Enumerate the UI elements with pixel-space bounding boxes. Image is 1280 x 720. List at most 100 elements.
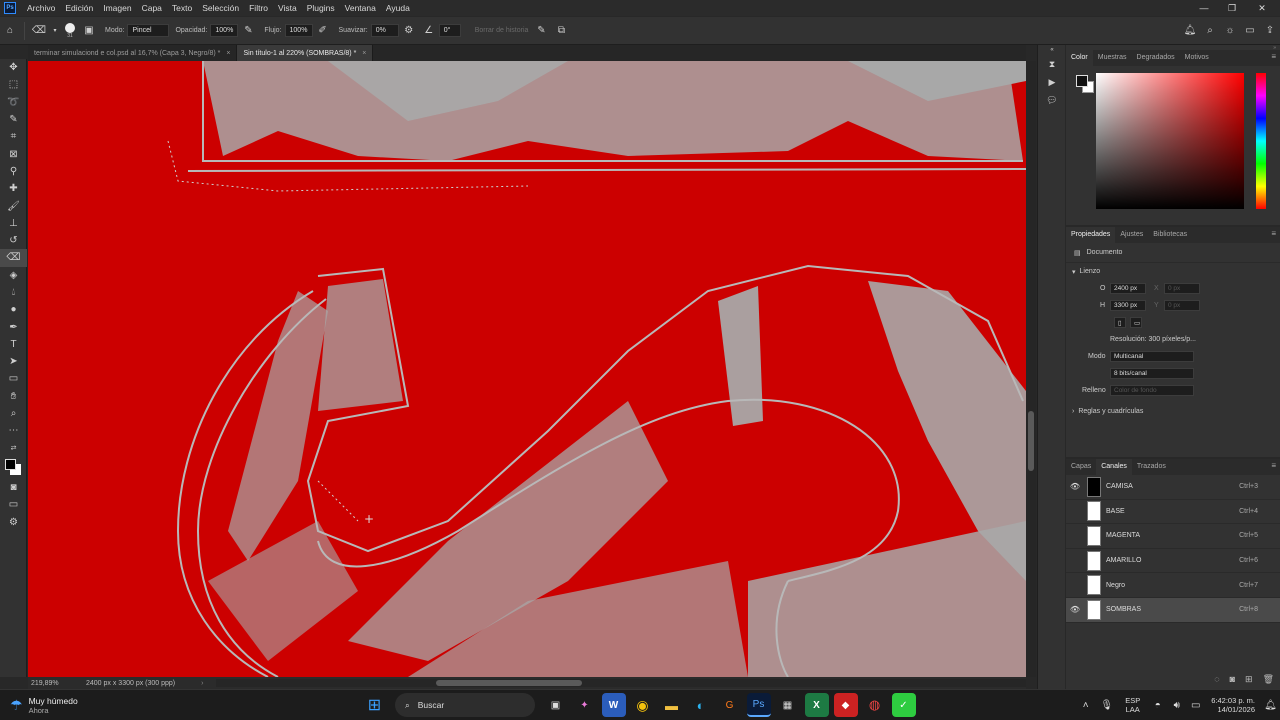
landscape-orientation-icon[interactable]: ▭: [1130, 317, 1142, 328]
comments-icon[interactable]: 💬︎: [1038, 91, 1066, 109]
contextual-bar-icon[interactable]: ⚙: [0, 513, 27, 530]
pen-tool-icon[interactable]: ✒: [0, 318, 27, 335]
menu-plugins[interactable]: Plugins: [302, 0, 340, 16]
smooth-input[interactable]: 0%: [370, 24, 399, 37]
canvas[interactable]: +: [28, 61, 1026, 677]
language-indicator[interactable]: ESP LAA: [1125, 696, 1140, 714]
collapse-panels-icon[interactable]: «: [1038, 45, 1066, 55]
marquee-tool-icon[interactable]: ⬚: [0, 76, 27, 93]
clock[interactable]: 6:42:03 p. m. 14/01/2026: [1211, 696, 1255, 714]
tab-properties[interactable]: Propiedades: [1066, 227, 1116, 243]
foreground-color-swatch[interactable]: [5, 458, 16, 470]
workspace-icon[interactable]: ▭: [1242, 23, 1258, 39]
swap-colors-icon[interactable]: ⇄: [0, 440, 27, 457]
frame-tool-icon[interactable]: ⊠: [0, 145, 27, 162]
tab-patterns[interactable]: Motivos: [1180, 50, 1214, 66]
mode-select[interactable]: Multicanal: [1110, 351, 1194, 362]
chevron-down-icon[interactable]: ▾: [1072, 268, 1076, 276]
network-icon[interactable]: ◓: [1151, 693, 1165, 717]
channel-row[interactable]: MAGENTA Ctrl+5: [1066, 524, 1280, 549]
taskbar-search[interactable]: ⌕ Buscar: [395, 693, 535, 717]
portrait-orientation-icon[interactable]: ▯: [1114, 317, 1126, 328]
app-green-icon[interactable]: ✓: [891, 693, 916, 717]
history-brush-tool-icon[interactable]: ↺: [0, 232, 27, 249]
search-icon[interactable]: ⌕: [1202, 23, 1218, 39]
share-icon[interactable]: ⇪: [1262, 23, 1278, 39]
pressure-size-icon[interactable]: ✎: [533, 23, 549, 39]
menu-imagen[interactable]: Imagen: [98, 0, 136, 16]
app-g-icon[interactable]: G: [718, 693, 742, 717]
blur-tool-icon[interactable]: 💧︎: [0, 284, 27, 301]
word-icon[interactable]: W: [601, 693, 626, 717]
hand-tool-icon[interactable]: ✋︎: [0, 388, 27, 405]
battery-icon[interactable]: ▭: [1189, 693, 1203, 717]
pressure-opacity-icon[interactable]: ✎: [240, 23, 256, 39]
dodge-tool-icon[interactable]: ●: [0, 301, 27, 318]
eyedropper-tool-icon[interactable]: ⚲: [0, 163, 27, 180]
channel-row[interactable]: BASE Ctrl+4: [1066, 500, 1280, 525]
menu-edicion[interactable]: Edición: [60, 0, 98, 16]
calculator-icon[interactable]: ▦: [776, 693, 800, 717]
brush-settings-icon[interactable]: ▣: [81, 23, 97, 39]
show-hidden-icons[interactable]: ˄: [1078, 693, 1094, 717]
bit-depth-select[interactable]: 8 bits/canal: [1110, 368, 1194, 379]
horizontal-scrollbar[interactable]: [216, 679, 1026, 687]
menu-filtro[interactable]: Filtro: [244, 0, 273, 16]
tab-channels[interactable]: Canales: [1096, 459, 1132, 475]
close-tab-icon[interactable]: ×: [226, 50, 230, 57]
menu-capa[interactable]: Capa: [137, 0, 167, 16]
height-input[interactable]: 3300 px: [1110, 300, 1146, 311]
load-selection-icon[interactable]: ◌: [1214, 674, 1219, 685]
bell-icon[interactable]: 🔔︎: [1182, 23, 1198, 39]
quick-mask-icon[interactable]: ◙: [0, 479, 27, 496]
tab-document-1[interactable]: terminar simulaciond e col.psd al 16,7% …: [28, 45, 238, 61]
channel-row[interactable]: AMARILLO Ctrl+6: [1066, 549, 1280, 574]
brush-preset-picker[interactable]: 31: [65, 22, 75, 39]
menu-texto[interactable]: Texto: [167, 0, 197, 16]
erase-history-label[interactable]: Borrar de historia: [475, 27, 529, 34]
flow-input[interactable]: 100%: [284, 24, 313, 37]
pdf-reader-icon[interactable]: ◆: [833, 693, 858, 717]
volume-icon[interactable]: 🔊︎: [1170, 693, 1184, 717]
zoom-tool-icon[interactable]: ⌕: [0, 405, 27, 422]
tab-gradients[interactable]: Degradados: [1132, 50, 1180, 66]
healing-brush-tool-icon[interactable]: ✚: [0, 180, 27, 197]
rulers-grids-label[interactable]: Reglas y cuadrículas: [1078, 408, 1143, 415]
actions-play-icon[interactable]: ▶: [1038, 73, 1066, 91]
status-chevron-icon[interactable]: ›: [201, 680, 203, 687]
chevron-right-icon[interactable]: ›: [1072, 408, 1074, 415]
hue-slider[interactable]: [1256, 73, 1266, 209]
app-chrome-alt-icon[interactable]: ◍: [863, 693, 887, 717]
foreground-color-swatch[interactable]: [1076, 75, 1088, 87]
gear-icon[interactable]: ⚙: [401, 23, 417, 39]
task-view-icon[interactable]: ▣: [544, 693, 568, 717]
type-tool-icon[interactable]: T: [0, 336, 27, 353]
tab-document-2[interactable]: Sin título-1 al 220% (SOMBRAS/8) * ×: [237, 45, 374, 61]
screen-mode-icon[interactable]: ▭: [0, 496, 27, 513]
notifications-icon[interactable]: 🔔︎: [1264, 693, 1278, 717]
channel-row-selected[interactable]: 👁︎ SOMBRAS Ctrl+8: [1066, 597, 1280, 623]
channel-row[interactable]: Negro Ctrl+7: [1066, 573, 1280, 598]
scrollbar-thumb[interactable]: [1028, 411, 1034, 471]
more-tools-icon[interactable]: ⋯: [0, 422, 27, 439]
scrollbar-thumb[interactable]: [436, 680, 582, 686]
angle-input[interactable]: 0°: [438, 24, 461, 37]
zoom-level[interactable]: 219,89%: [28, 680, 86, 687]
eraser-tool-icon[interactable]: ⌫: [31, 23, 47, 39]
weather-widget[interactable]: ☂ Muy húmedo Ahora: [0, 696, 110, 715]
panel-menu-icon[interactable]: ≡: [1271, 52, 1276, 61]
close-icon[interactable]: ✕: [1252, 0, 1272, 16]
menu-ventana[interactable]: Ventana: [340, 0, 381, 16]
move-tool-icon[interactable]: ✥: [0, 59, 27, 76]
path-select-tool-icon[interactable]: ➤: [0, 353, 27, 370]
tab-adjustments[interactable]: Ajustes: [1115, 227, 1148, 243]
eye-icon[interactable]: 👁︎: [1068, 605, 1082, 614]
lasso-tool-icon[interactable]: ➰: [0, 94, 27, 111]
eraser-tool-icon[interactable]: ⌫: [0, 249, 27, 267]
eye-icon[interactable]: 👁︎: [1068, 482, 1082, 491]
panel-menu-icon[interactable]: ≡: [1271, 229, 1276, 238]
color-swatches[interactable]: [0, 457, 27, 479]
quick-select-tool-icon[interactable]: ✎: [0, 111, 27, 128]
minimize-icon[interactable]: —: [1194, 0, 1214, 16]
tab-libraries[interactable]: Bibliotecas: [1148, 227, 1192, 243]
